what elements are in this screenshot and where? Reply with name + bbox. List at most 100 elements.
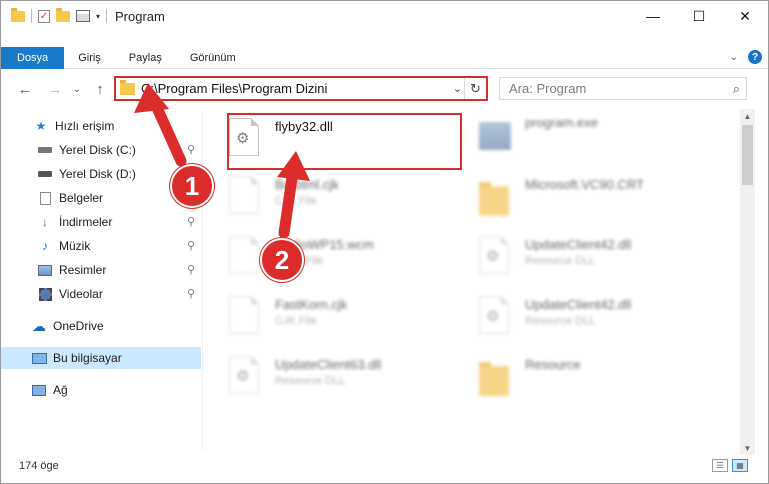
- file-type: Resource DLL: [525, 255, 596, 267]
- sidebar-item-label: Müzik: [59, 239, 91, 253]
- file-name: flyby32.dll: [275, 119, 333, 134]
- ribbon-right-controls: ⌄ ?: [730, 50, 762, 64]
- file-item[interactable]: Resource: [463, 351, 703, 409]
- tab-view[interactable]: Görünüm: [176, 47, 250, 69]
- view-toggle: ☰ ▦: [712, 459, 748, 472]
- sidebar-item-pictures[interactable]: Resimler ⚲: [1, 259, 201, 281]
- sidebar-item-downloads[interactable]: ↓ İndirmeler ⚲: [1, 211, 201, 233]
- navigation-pane: ★ Hızlı erişim Yerel Disk (C:) ⚲ Yerel D…: [1, 111, 203, 451]
- back-button[interactable]: ←: [15, 78, 35, 100]
- file-item[interactable]: Microsoft.VC90.CRT: [463, 171, 703, 229]
- status-bar: 174 öge ☰ ▦: [1, 456, 768, 476]
- sidebar-item-label: Bu bilgisayar: [53, 351, 122, 365]
- large-icons-view-icon[interactable]: ▦: [732, 459, 748, 472]
- window-title: Program: [115, 8, 165, 24]
- document-icon: [229, 176, 265, 218]
- divider: [31, 9, 32, 23]
- pictures-icon: [37, 263, 53, 277]
- tab-share[interactable]: Paylaş: [115, 47, 176, 69]
- divider: [106, 9, 108, 23]
- dll-gear-icon: ⚙: [229, 118, 265, 160]
- dll-gear-icon: ⚙: [479, 236, 515, 278]
- search-icon[interactable]: ⌕: [733, 81, 740, 97]
- pin-icon[interactable]: ⚲: [187, 215, 195, 228]
- address-bar[interactable]: C:\Program Files\Program Dizini ⌄ ↻: [114, 76, 488, 101]
- properties-check-icon[interactable]: ✓: [38, 9, 50, 23]
- sidebar-item-label: OneDrive: [53, 319, 104, 333]
- folder-icon: [120, 79, 135, 95]
- search-input[interactable]: [509, 81, 709, 96]
- videos-icon: [37, 287, 53, 301]
- folder-icon: [479, 356, 515, 398]
- tab-home[interactable]: Giriş: [64, 47, 115, 69]
- refresh-button[interactable]: ↻: [464, 78, 486, 99]
- up-button[interactable]: ↑: [90, 78, 110, 100]
- maximize-button[interactable]: ☐: [676, 1, 722, 31]
- pin-icon[interactable]: ⚲: [187, 239, 195, 252]
- navigation-bar: ← → ⌄ ↑ C:\Program Files\Program Dizini …: [1, 76, 768, 102]
- sidebar-item-label: Ağ: [53, 383, 68, 397]
- file-item[interactable]: AudioWP15.wcmWCM File: [213, 231, 453, 289]
- file-name: UpdateClient63.dll: [275, 357, 382, 372]
- document-icon: [229, 296, 265, 338]
- sidebar-item-music[interactable]: ♪ Müzik ⚲: [1, 235, 201, 257]
- sidebar-item-label: Yerel Disk (C:): [59, 143, 136, 157]
- details-view-icon[interactable]: ☰: [712, 459, 728, 472]
- step-badge-1: 1: [170, 164, 214, 208]
- file-item[interactable]: FastKorn.cjk CJK File: [213, 291, 453, 349]
- ribbon-tabs: Dosya Giriş Paylaş Görünüm ⌄ ?: [1, 46, 768, 69]
- scroll-thumb[interactable]: [742, 125, 753, 185]
- expand-ribbon-icon[interactable]: ⌄: [730, 52, 738, 63]
- search-box[interactable]: ⌕: [499, 77, 747, 100]
- vertical-scrollbar[interactable]: ▲ ▼: [740, 109, 755, 455]
- pin-icon[interactable]: ⚲: [187, 287, 195, 300]
- file-item[interactable]: Botbtml.cjk CJK File: [213, 171, 453, 229]
- cloud-icon: ☁: [32, 317, 46, 334]
- file-name: Microsoft.VC90.CRT: [525, 177, 644, 192]
- pin-icon[interactable]: ⚲: [187, 263, 195, 276]
- folder-icon[interactable]: [11, 7, 25, 22]
- file-item[interactable]: ⚙ UpdateClient42.dll Resource DLL: [463, 291, 703, 349]
- file-item[interactable]: ⚙ UpdateClient42.dll Resource DLL: [463, 231, 703, 289]
- file-type: Resource DLL: [525, 315, 596, 327]
- file-name: UpdateClient42.dll: [525, 237, 632, 252]
- new-folder-icon[interactable]: [56, 7, 70, 22]
- scroll-down-icon[interactable]: ▼: [740, 441, 755, 455]
- quick-access-toolbar: ✓ ▾: [1, 7, 108, 23]
- address-dropdown-icon[interactable]: ⌄: [453, 82, 462, 95]
- help-icon[interactable]: ?: [748, 50, 762, 64]
- music-icon: ♪: [42, 239, 48, 253]
- folder-icon: [479, 176, 515, 218]
- pin-icon[interactable]: ⚲: [187, 143, 195, 156]
- tab-file[interactable]: Dosya: [1, 46, 65, 69]
- file-name: FastKorn.cjk: [275, 297, 348, 312]
- sidebar-item-quick-access[interactable]: ★ Hızlı erişim: [1, 115, 201, 137]
- sidebar-item-label: Resimler: [59, 263, 107, 277]
- customize-dropdown-icon[interactable]: ▾: [96, 12, 100, 21]
- sidebar-item-onedrive[interactable]: ☁ OneDrive: [1, 315, 201, 337]
- file-item[interactable]: program.exe: [463, 109, 703, 167]
- address-path[interactable]: C:\Program Files\Program Dizini: [141, 81, 327, 96]
- forward-button[interactable]: →: [45, 78, 65, 100]
- pane-divider[interactable]: [202, 111, 203, 451]
- close-button[interactable]: ✕: [722, 1, 768, 31]
- sidebar-item-label: İndirmeler: [59, 215, 113, 229]
- item-count: 174 öge: [19, 460, 59, 472]
- window-controls: — ☐ ✕: [630, 1, 768, 31]
- file-name: Resource: [525, 357, 581, 372]
- sidebar-item-local-disk-c[interactable]: Yerel Disk (C:) ⚲: [1, 139, 201, 161]
- file-explorer-window: ✓ ▾ Program — ☐ ✕ Dosya Giriş Paylaş Gör…: [0, 0, 769, 484]
- drive-icon: [37, 143, 53, 157]
- sidebar-item-videos[interactable]: Videolar ⚲: [1, 283, 201, 305]
- scroll-up-icon[interactable]: ▲: [740, 109, 755, 123]
- sidebar-item-label: Belgeler: [59, 191, 104, 205]
- minimize-button[interactable]: —: [630, 1, 676, 31]
- file-type: CJK File: [275, 315, 317, 327]
- network-icon: [31, 383, 47, 397]
- recent-locations-icon[interactable]: ⌄: [67, 78, 87, 100]
- sidebar-item-network[interactable]: Ağ: [1, 379, 201, 401]
- sidebar-item-this-pc[interactable]: Bu bilgisayar: [1, 347, 201, 369]
- file-item[interactable]: ⚙ UpdateClient63.dll Resource DLL: [213, 351, 453, 409]
- file-item-flyby32[interactable]: ⚙ flyby32.dll: [213, 113, 453, 171]
- properties-icon[interactable]: [76, 10, 90, 22]
